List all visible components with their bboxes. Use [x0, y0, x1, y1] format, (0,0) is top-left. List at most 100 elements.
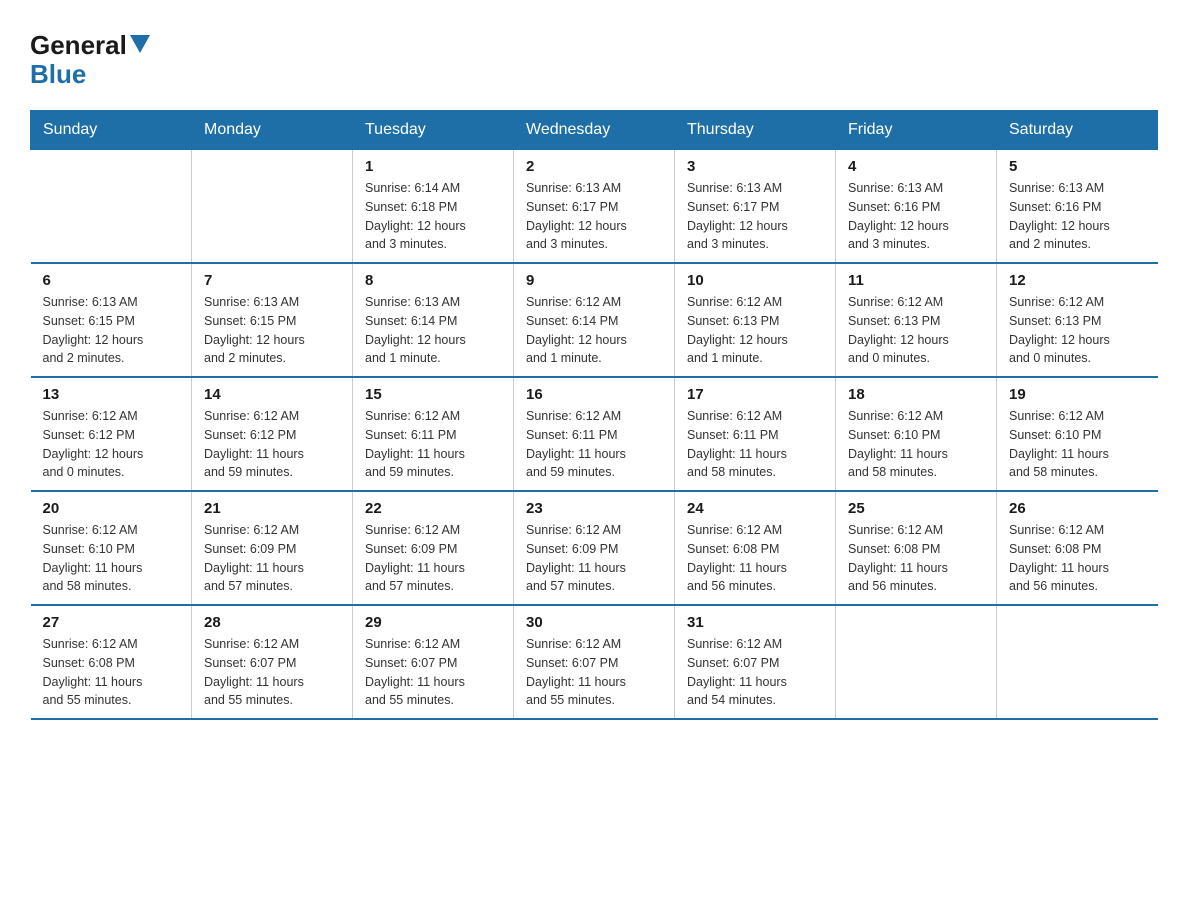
day-info: Sunrise: 6:13 AM Sunset: 6:17 PM Dayligh…: [526, 179, 662, 254]
day-info: Sunrise: 6:12 AM Sunset: 6:14 PM Dayligh…: [526, 293, 662, 368]
day-info: Sunrise: 6:12 AM Sunset: 6:09 PM Dayligh…: [365, 521, 501, 596]
day-info: Sunrise: 6:12 AM Sunset: 6:12 PM Dayligh…: [43, 407, 180, 482]
day-info: Sunrise: 6:13 AM Sunset: 6:15 PM Dayligh…: [204, 293, 340, 368]
day-number: 18: [848, 386, 984, 403]
day-info: Sunrise: 6:12 AM Sunset: 6:13 PM Dayligh…: [1009, 293, 1146, 368]
day-info: Sunrise: 6:12 AM Sunset: 6:11 PM Dayligh…: [526, 407, 662, 482]
logo-general-text: General: [30, 30, 127, 61]
day-info: Sunrise: 6:12 AM Sunset: 6:11 PM Dayligh…: [365, 407, 501, 482]
day-number: 28: [204, 614, 340, 631]
calendar-cell: 27 Sunrise: 6:12 AM Sunset: 6:08 PM Dayli…: [31, 605, 192, 719]
day-number: 14: [204, 386, 340, 403]
day-info: Sunrise: 6:12 AM Sunset: 6:09 PM Dayligh…: [526, 521, 662, 596]
logo-arrow-icon: [130, 35, 150, 53]
calendar-cell: 19 Sunrise: 6:12 AM Sunset: 6:10 PM Dayli…: [997, 377, 1158, 491]
day-number: 30: [526, 614, 662, 631]
day-number: 20: [43, 500, 180, 517]
day-info: Sunrise: 6:12 AM Sunset: 6:08 PM Dayligh…: [43, 635, 180, 710]
day-info: Sunrise: 6:12 AM Sunset: 6:13 PM Dayligh…: [848, 293, 984, 368]
calendar-cell: 23 Sunrise: 6:12 AM Sunset: 6:09 PM Dayli…: [514, 491, 675, 605]
week-row-2: 6 Sunrise: 6:13 AM Sunset: 6:15 PM Daylig…: [31, 263, 1158, 377]
calendar-cell: 4Sunrise: 6:13 AM Sunset: 6:16 PM Daylig…: [836, 150, 997, 264]
calendar-cell: 10 Sunrise: 6:12 AM Sunset: 6:13 PM Dayli…: [675, 263, 836, 377]
calendar-table: SundayMondayTuesdayWednesdayThursdayFrid…: [30, 110, 1158, 720]
day-info: Sunrise: 6:12 AM Sunset: 6:08 PM Dayligh…: [687, 521, 823, 596]
calendar-cell: 12 Sunrise: 6:12 AM Sunset: 6:13 PM Dayli…: [997, 263, 1158, 377]
weekday-header-friday: Friday: [836, 111, 997, 150]
day-number: 17: [687, 386, 823, 403]
day-info: Sunrise: 6:13 AM Sunset: 6:15 PM Dayligh…: [43, 293, 180, 368]
calendar-cell: [836, 605, 997, 719]
calendar-cell: 26 Sunrise: 6:12 AM Sunset: 6:08 PM Dayli…: [997, 491, 1158, 605]
calendar-cell: 9 Sunrise: 6:12 AM Sunset: 6:14 PM Daylig…: [514, 263, 675, 377]
calendar-cell: 17 Sunrise: 6:12 AM Sunset: 6:11 PM Dayli…: [675, 377, 836, 491]
day-number: 11: [848, 272, 984, 289]
calendar-cell: [192, 150, 353, 264]
calendar-cell: 14 Sunrise: 6:12 AM Sunset: 6:12 PM Dayli…: [192, 377, 353, 491]
calendar-cell: 31 Sunrise: 6:12 AM Sunset: 6:07 PM Dayli…: [675, 605, 836, 719]
week-row-1: 1Sunrise: 6:14 AM Sunset: 6:18 PM Daylig…: [31, 150, 1158, 264]
day-number: 23: [526, 500, 662, 517]
day-number: 29: [365, 614, 501, 631]
day-number: 10: [687, 272, 823, 289]
day-number: 19: [1009, 386, 1146, 403]
day-number: 5: [1009, 158, 1146, 175]
calendar-cell: 20 Sunrise: 6:12 AM Sunset: 6:10 PM Dayli…: [31, 491, 192, 605]
day-info: Sunrise: 6:12 AM Sunset: 6:10 PM Dayligh…: [1009, 407, 1146, 482]
week-row-4: 20 Sunrise: 6:12 AM Sunset: 6:10 PM Dayli…: [31, 491, 1158, 605]
calendar-cell: 16Sunrise: 6:12 AM Sunset: 6:11 PM Dayli…: [514, 377, 675, 491]
calendar-cell: 25 Sunrise: 6:12 AM Sunset: 6:08 PM Dayli…: [836, 491, 997, 605]
day-number: 9: [526, 272, 662, 289]
calendar-cell: 22 Sunrise: 6:12 AM Sunset: 6:09 PM Dayli…: [353, 491, 514, 605]
day-info: Sunrise: 6:14 AM Sunset: 6:18 PM Dayligh…: [365, 179, 501, 254]
day-info: Sunrise: 6:12 AM Sunset: 6:10 PM Dayligh…: [43, 521, 180, 596]
calendar-cell: 21 Sunrise: 6:12 AM Sunset: 6:09 PM Dayli…: [192, 491, 353, 605]
calendar-cell: 18 Sunrise: 6:12 AM Sunset: 6:10 PM Dayli…: [836, 377, 997, 491]
day-number: 12: [1009, 272, 1146, 289]
calendar-cell: 28Sunrise: 6:12 AM Sunset: 6:07 PM Dayli…: [192, 605, 353, 719]
day-info: Sunrise: 6:12 AM Sunset: 6:08 PM Dayligh…: [848, 521, 984, 596]
day-number: 22: [365, 500, 501, 517]
day-number: 13: [43, 386, 180, 403]
day-info: Sunrise: 6:12 AM Sunset: 6:09 PM Dayligh…: [204, 521, 340, 596]
weekday-header-monday: Monday: [192, 111, 353, 150]
day-info: Sunrise: 6:12 AM Sunset: 6:12 PM Dayligh…: [204, 407, 340, 482]
day-info: Sunrise: 6:12 AM Sunset: 6:13 PM Dayligh…: [687, 293, 823, 368]
calendar-cell: 3Sunrise: 6:13 AM Sunset: 6:17 PM Daylig…: [675, 150, 836, 264]
day-number: 27: [43, 614, 180, 631]
week-row-5: 27 Sunrise: 6:12 AM Sunset: 6:08 PM Dayli…: [31, 605, 1158, 719]
day-info: Sunrise: 6:12 AM Sunset: 6:08 PM Dayligh…: [1009, 521, 1146, 596]
weekday-header-wednesday: Wednesday: [514, 111, 675, 150]
logo-blue-text: Blue: [30, 59, 86, 89]
page-header: General Blue: [30, 30, 1158, 90]
day-number: 25: [848, 500, 984, 517]
day-number: 2: [526, 158, 662, 175]
calendar-cell: 13 Sunrise: 6:12 AM Sunset: 6:12 PM Dayli…: [31, 377, 192, 491]
week-row-3: 13 Sunrise: 6:12 AM Sunset: 6:12 PM Dayli…: [31, 377, 1158, 491]
calendar-cell: 5 Sunrise: 6:13 AM Sunset: 6:16 PM Daylig…: [997, 150, 1158, 264]
day-number: 6: [43, 272, 180, 289]
day-number: 21: [204, 500, 340, 517]
weekday-header-sunday: Sunday: [31, 111, 192, 150]
day-info: Sunrise: 6:13 AM Sunset: 6:17 PM Dayligh…: [687, 179, 823, 254]
day-info: Sunrise: 6:12 AM Sunset: 6:11 PM Dayligh…: [687, 407, 823, 482]
day-info: Sunrise: 6:13 AM Sunset: 6:14 PM Dayligh…: [365, 293, 501, 368]
calendar-cell: 29Sunrise: 6:12 AM Sunset: 6:07 PM Dayli…: [353, 605, 514, 719]
day-info: Sunrise: 6:13 AM Sunset: 6:16 PM Dayligh…: [1009, 179, 1146, 254]
day-info: Sunrise: 6:12 AM Sunset: 6:07 PM Dayligh…: [526, 635, 662, 710]
calendar-cell: 8Sunrise: 6:13 AM Sunset: 6:14 PM Daylig…: [353, 263, 514, 377]
day-number: 26: [1009, 500, 1146, 517]
logo: General Blue: [30, 30, 150, 90]
day-number: 7: [204, 272, 340, 289]
weekday-header-tuesday: Tuesday: [353, 111, 514, 150]
calendar-cell: 15Sunrise: 6:12 AM Sunset: 6:11 PM Dayli…: [353, 377, 514, 491]
weekday-header-thursday: Thursday: [675, 111, 836, 150]
weekday-header-row: SundayMondayTuesdayWednesdayThursdayFrid…: [31, 111, 1158, 150]
calendar-cell: 30 Sunrise: 6:12 AM Sunset: 6:07 PM Dayli…: [514, 605, 675, 719]
day-info: Sunrise: 6:12 AM Sunset: 6:10 PM Dayligh…: [848, 407, 984, 482]
day-info: Sunrise: 6:12 AM Sunset: 6:07 PM Dayligh…: [687, 635, 823, 710]
calendar-cell: 24Sunrise: 6:12 AM Sunset: 6:08 PM Dayli…: [675, 491, 836, 605]
weekday-header-saturday: Saturday: [997, 111, 1158, 150]
calendar-cell: [31, 150, 192, 264]
day-number: 31: [687, 614, 823, 631]
